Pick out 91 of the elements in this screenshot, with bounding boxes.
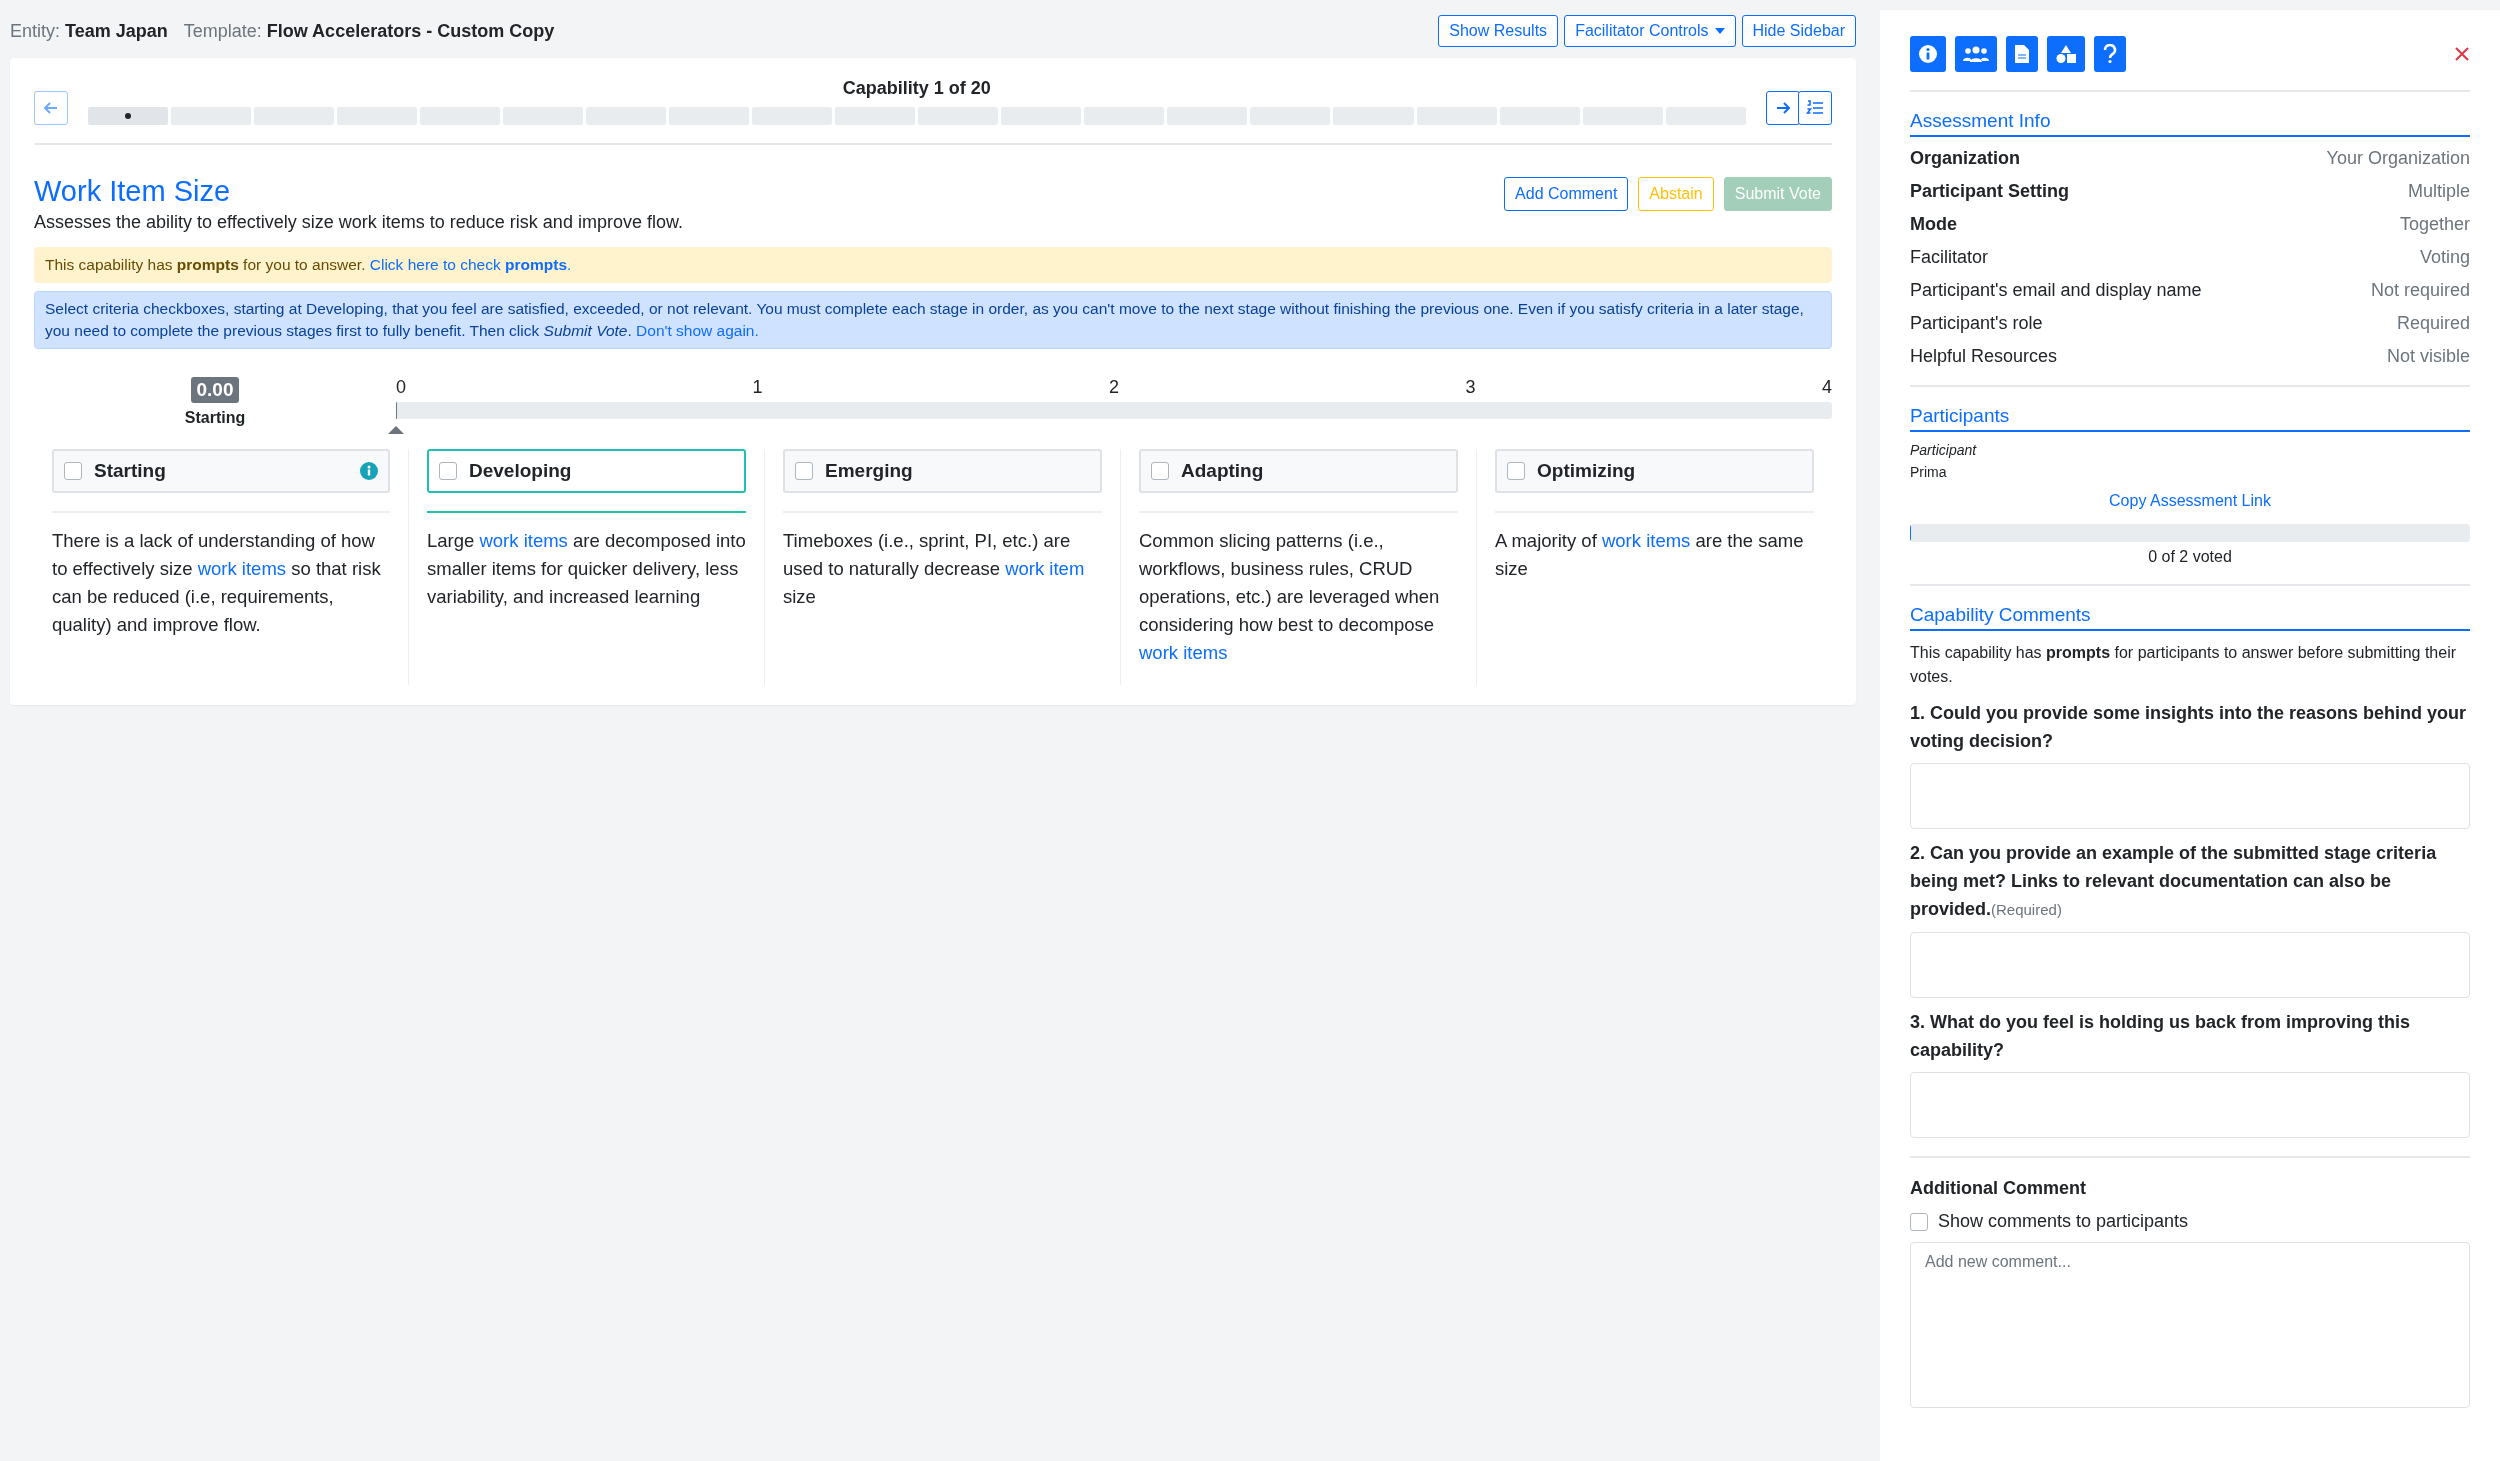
info-label: Participant Setting <box>1910 180 2070 202</box>
sidebar-tab[interactable] <box>2094 36 2126 72</box>
capability-description: Assesses the ability to effectively size work items to reduce risk and improve flow. <box>34 212 683 233</box>
sidebar-tab[interactable] <box>1955 36 1997 72</box>
previous-button[interactable] <box>34 91 68 125</box>
stage-checkbox[interactable] <box>1151 462 1169 480</box>
section-heading: Participants <box>1910 405 2470 432</box>
stage-checkbox[interactable] <box>1507 462 1525 480</box>
scale-tick-label: 4 <box>1821 377 1832 398</box>
score-stage-label: Starting <box>184 409 246 427</box>
answer-field[interactable] <box>1910 1072 2470 1138</box>
stage-header[interactable]: Optimizing <box>1495 449 1814 493</box>
next-button[interactable] <box>1765 91 1800 125</box>
stage-checkbox[interactable] <box>795 462 813 480</box>
work-items-link[interactable]: work item <box>1005 558 1085 579</box>
header-button[interactable]: Hide Sidebar <box>1741 15 1856 47</box>
scale-tick-label: 2 <box>1108 377 1119 398</box>
info-icon <box>1918 44 1938 64</box>
info-icon[interactable] <box>360 462 378 480</box>
sidebar-tab[interactable] <box>2047 36 2085 72</box>
question-text: 2. Can you provide an example of the submitted stage criteria being met? Links to relevant documentation can also be provided.(Required) <box>1910 842 2438 921</box>
prompt-alert: This capability has prompts for you to answer. Click here to check prompts. <box>34 247 1832 283</box>
header-button[interactable]: Facilitator Controls <box>1564 15 1736 47</box>
scale-tick-label: 0 <box>396 377 406 398</box>
work-items-link[interactable]: work items <box>1601 530 1691 551</box>
vote-count: 0 of 2 voted <box>2147 548 2233 566</box>
work-items-link[interactable]: work items <box>197 558 287 579</box>
section-heading: Capability Comments <box>1910 604 2470 631</box>
section-heading: Assessment Info <box>1910 110 2470 137</box>
stage-description: Timeboxes (i.e., sprint, PI, etc.) are used to naturally decrease work item size <box>783 529 1086 609</box>
info-label: Organization <box>1910 147 2020 169</box>
shapes-icon <box>2055 44 2077 64</box>
stage-header[interactable]: Adapting <box>1139 449 1458 493</box>
close-icon[interactable] <box>2454 46 2470 62</box>
stage-description: Common slicing patterns (i.e., workflows, business rules, CRUD operations, etc.) are leveraged when considering how best to decompose work items <box>1139 529 1441 665</box>
dont-show-again-link[interactable]: Don't show again. <box>636 322 759 339</box>
capability-counter: Capability 1 of 20 <box>842 78 991 99</box>
caret-icon <box>1714 28 1725 34</box>
numbered-list-icon <box>1806 99 1824 117</box>
help-icon <box>2103 44 2117 64</box>
document-icon <box>2014 44 2030 64</box>
answer-field[interactable] <box>1910 932 2470 998</box>
stage-description: There is a lack of understanding of how to effectively size work items so that risk can be reduced (i.e, requirements, quality) and improve flow. <box>52 529 382 637</box>
info-value: Multiple <box>2407 180 2470 202</box>
participant-role: Participant <box>1910 442 1978 458</box>
check-prompts-link[interactable]: Click here to check prompts. <box>369 256 572 273</box>
template-label: Template: Flow Accelerators - Custom Copy <box>183 20 555 42</box>
work-items-link[interactable]: work items <box>1139 642 1228 663</box>
stage-description: Large work items are decomposed into smaller items for quicker delivery, less variability, and increased learning <box>427 529 746 609</box>
stage-header[interactable]: Emerging <box>783 449 1102 493</box>
header-button[interactable]: Show Results <box>1438 15 1559 47</box>
copy-link[interactable]: Copy Assessment Link <box>2109 492 2271 509</box>
score-badge: 0.00 <box>190 377 240 403</box>
sidebar-tab[interactable] <box>2006 36 2038 72</box>
pointer-icon <box>388 426 404 434</box>
scale-tick-label: 3 <box>1465 377 1476 398</box>
list-button[interactable] <box>1798 91 1832 125</box>
question-text: 3. What do you feel is holding us back from improving this capability? <box>1910 1011 2412 1062</box>
answer-field[interactable] <box>1910 763 2470 829</box>
additional-comment-heading: Additional Comment <box>1910 1178 2087 1199</box>
info-label: Participant's email and display name <box>1910 279 2202 301</box>
progress-segment[interactable] <box>88 107 169 125</box>
info-value: Not required <box>2370 279 2470 301</box>
info-value: Your Organization <box>2326 147 2470 169</box>
info-value: Not visible <box>2386 345 2470 367</box>
stage-checkbox[interactable] <box>439 462 457 480</box>
capability-title: Work Item Size <box>34 175 232 208</box>
stage-header[interactable]: Starting <box>52 449 390 493</box>
scale-tick-label: 1 <box>752 377 763 398</box>
info-label: Mode <box>1910 213 1957 235</box>
question-text: 1. Could you provide some insights into the reasons behind your voting decision? <box>1910 702 2468 753</box>
show-comments-label: Show comments to participants <box>1938 1211 2189 1232</box>
participant-name: Prima <box>1910 464 1948 480</box>
info-label: Facilitator <box>1910 246 1989 268</box>
info-label: Helpful Resources <box>1910 345 2058 367</box>
stage-checkbox[interactable] <box>64 462 82 480</box>
stage-header[interactable]: Developing <box>427 449 746 493</box>
comments-intro: This capability has prompts for participants to answer before submitting their votes. <box>1910 643 2457 687</box>
sidebar-tab[interactable] <box>1910 36 1946 72</box>
stage-description: A majority of work items are the same size <box>1495 529 1805 581</box>
people-icon <box>1963 44 1989 64</box>
info-label: Participant's role <box>1910 312 2043 334</box>
info-value: Together <box>2399 213 2470 235</box>
work-items-link[interactable]: work items <box>479 530 568 551</box>
action-button[interactable]: Add Comment <box>1504 177 1629 211</box>
entity-label: Entity: Team Japan <box>10 20 168 42</box>
info-value: Required <box>2396 312 2470 334</box>
comment-field[interactable]: Add new comment... <box>1910 1242 2470 1408</box>
show-comments-checkbox[interactable] <box>1910 1212 1928 1231</box>
instruction-alert: Select criteria checkboxes, starting at Developing, that you feel are satisfied, exceeded, or not relevant. You must complete each stage in order, as you can't move to the next stage without finishing the previous one. Even if you satisfy criteria in a later stage, you need to complete the previous stages first to fully benefit. Then click Submit Vote. Don't show again. <box>34 291 1832 349</box>
info-value: Voting <box>2419 246 2470 268</box>
